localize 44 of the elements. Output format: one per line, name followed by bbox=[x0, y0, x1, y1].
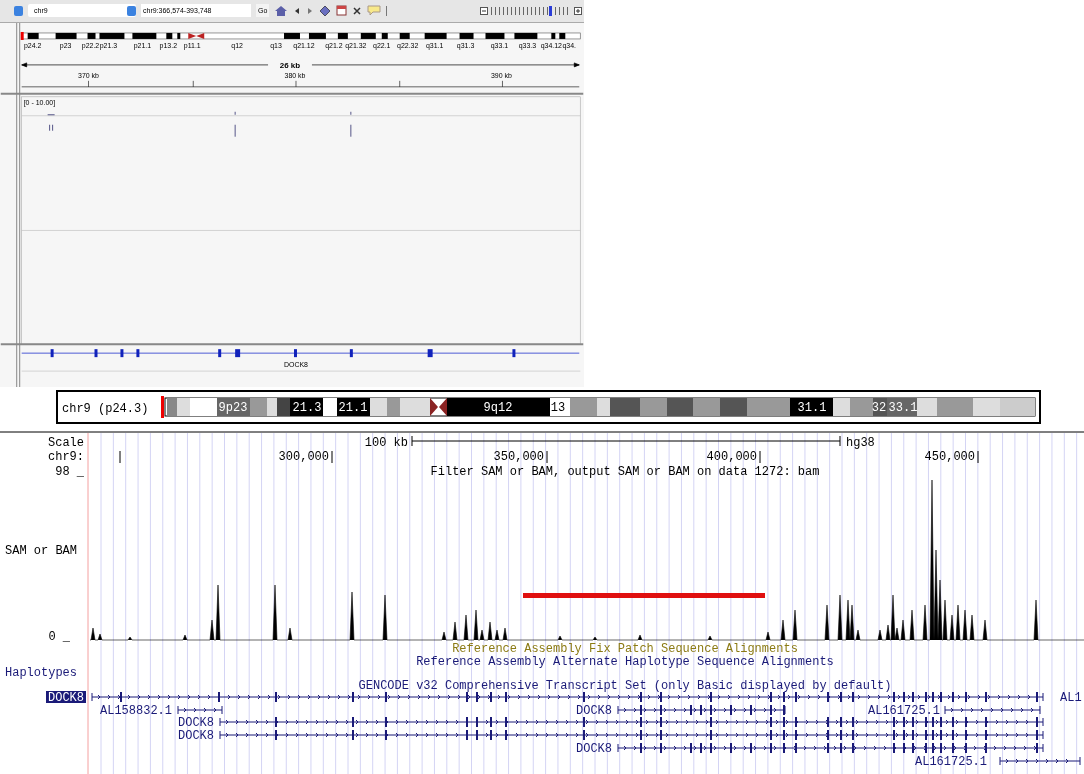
zoom-out-icon[interactable] bbox=[480, 6, 488, 15]
track-title: Reference Assembly Alternate Haplotype Sequence Alignments bbox=[416, 655, 834, 669]
slider-thumb[interactable] bbox=[548, 5, 552, 16]
position-label: chr9: bbox=[48, 450, 84, 464]
assembly-label: hg38 bbox=[846, 436, 875, 450]
gene-label[interactable]: DOCK8 bbox=[178, 729, 214, 743]
scale-label: Scale bbox=[48, 436, 84, 450]
track-label: Haplotypes bbox=[5, 666, 77, 680]
track-title: Reference Assembly Fix Patch Sequence Alignments bbox=[452, 642, 798, 656]
gene-label[interactable]: DOCK8 bbox=[576, 742, 612, 756]
refresh-icon[interactable] bbox=[319, 4, 332, 17]
track-title: Filter SAM or BAM, output SAM or BAM on data 1272: bam bbox=[430, 465, 820, 479]
position-tick-label: 450,000 bbox=[924, 450, 975, 464]
position-tick-label: 350,000 bbox=[493, 450, 544, 464]
gene-label[interactable]: DOCK8 bbox=[576, 704, 612, 718]
position-tick-label: 300,000 bbox=[278, 450, 329, 464]
zoom-in-icon[interactable] bbox=[574, 6, 582, 15]
window-icon[interactable] bbox=[336, 5, 348, 17]
band-label: 21.1 bbox=[338, 401, 368, 415]
scale-length: 100 kb bbox=[364, 436, 408, 450]
track-title: GENCODE v32 Comprehensive Transcript Set (only Basic displayed by default) bbox=[358, 679, 892, 693]
track-label: SAM or BAM bbox=[5, 544, 77, 558]
back-icon[interactable] bbox=[293, 5, 302, 16]
band-label: 9p23 bbox=[218, 401, 248, 415]
home-icon[interactable] bbox=[274, 4, 289, 17]
axis-max-label: 98 _ bbox=[55, 465, 84, 479]
band-label: 9q12 bbox=[483, 401, 513, 415]
gene-label[interactable]: AL1 bbox=[1060, 691, 1082, 705]
band-label: 13 bbox=[550, 401, 566, 415]
band-label: 32 bbox=[871, 401, 887, 415]
band-label: 31.1 bbox=[797, 401, 827, 415]
band-label: 33.1 bbox=[888, 401, 918, 415]
position-tick-label: 400,000 bbox=[706, 450, 757, 464]
axis-min-label: 0 _ bbox=[48, 630, 70, 644]
close-icon[interactable] bbox=[352, 5, 363, 16]
transcript-drawing bbox=[177, 705, 223, 715]
gene-label[interactable]: AL161725.1 bbox=[915, 755, 987, 769]
gene-label[interactable]: DOCK8 bbox=[46, 691, 86, 705]
span-label: 26 kb bbox=[279, 61, 301, 71]
chromosome-label: chr9 (p24.3) bbox=[62, 402, 149, 416]
band-label: 21.3 bbox=[292, 401, 322, 415]
gene-label[interactable]: DOCK8 bbox=[178, 716, 214, 730]
gene-label[interactable]: AL161725.1 bbox=[868, 704, 940, 718]
gene-label[interactable]: AL158832.1 bbox=[100, 704, 172, 718]
